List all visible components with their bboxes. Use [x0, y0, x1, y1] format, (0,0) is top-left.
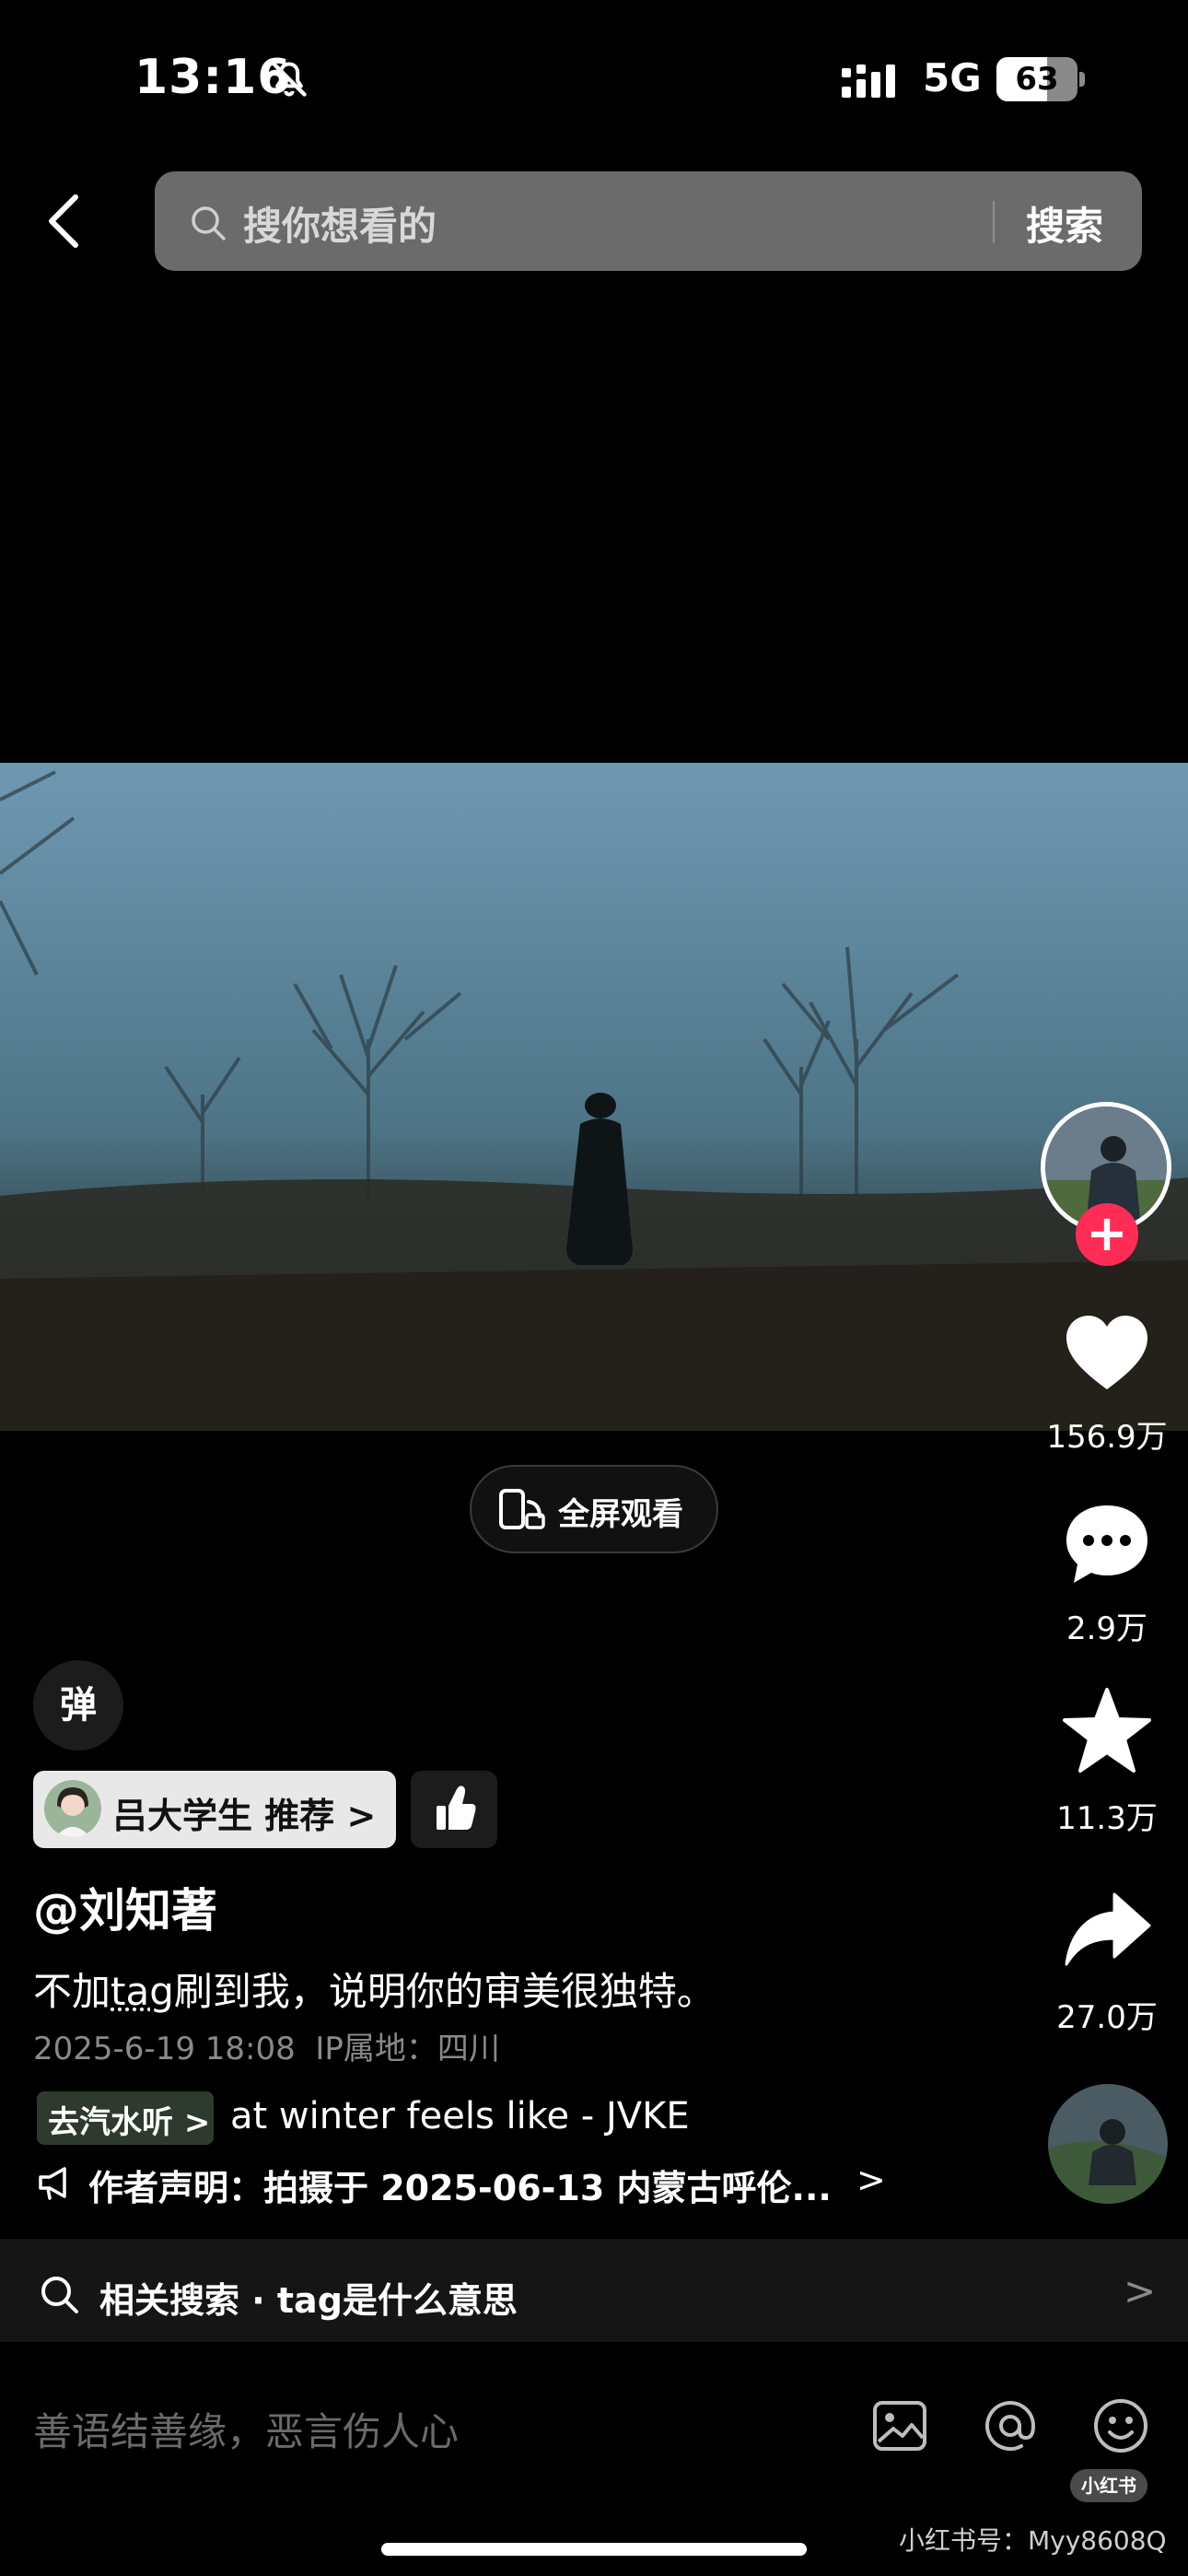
comment-icon[interactable] — [1061, 1498, 1153, 1590]
follow-button[interactable]: + — [1076, 1203, 1138, 1266]
recommender-avatar — [44, 1780, 101, 1837]
search-divider — [993, 201, 995, 243]
share-count: 27.0万 — [1056, 1999, 1158, 2036]
share-icon[interactable] — [1061, 1885, 1153, 1977]
watermark: 小红书号：Myy8608Q — [899, 2525, 1167, 2556]
signal-icon — [842, 64, 895, 98]
emoji-icon[interactable] — [1090, 2395, 1151, 2456]
image-icon[interactable] — [869, 2395, 930, 2456]
home-indicator[interactable] — [381, 2543, 807, 2556]
description-text-rest: 刷到我，说明你的审美很独特。 — [173, 1969, 716, 2014]
recommender-avatar-image — [44, 1780, 101, 1837]
thumbs-up-icon — [437, 1786, 476, 1830]
description-tag[interactable]: tag — [111, 1969, 174, 2014]
danmaku-toggle[interactable]: 弹 — [33, 1660, 123, 1751]
heart-icon[interactable] — [1061, 1308, 1153, 1400]
battery-tip — [1079, 72, 1085, 87]
search-button[interactable]: 搜索 — [1026, 195, 1103, 252]
bell-off-icon — [272, 62, 307, 97]
video-player[interactable] — [0, 763, 1188, 1431]
favorite-count: 11.3万 — [1056, 1800, 1158, 1837]
post-date: 2025-6-19 18:08 — [33, 2031, 296, 2067]
comment-count: 2.9万 — [1066, 1610, 1148, 1647]
post-description: 不加tag刷到我，说明你的审美很独特。 — [33, 1961, 716, 2017]
related-search-arrow: > — [1124, 2268, 1157, 2313]
megaphone-icon — [39, 2167, 66, 2200]
fullscreen-label: 全屏观看 — [558, 1496, 683, 1533]
battery-level: 63 — [1015, 61, 1059, 98]
fullscreen-icon — [499, 1489, 545, 1529]
music-disc[interactable] — [1048, 2084, 1168, 2204]
comment-input[interactable]: 善语结善缘，恶言伤人心 — [33, 2401, 459, 2457]
status-time: 13:16 — [134, 50, 292, 105]
author-name[interactable]: @刘知著 — [33, 1874, 217, 1940]
description-text: 不加 — [33, 1969, 111, 2014]
related-search-text: 相关搜索 · tag是什么意思 — [99, 2280, 518, 2321]
related-search-icon — [41, 2277, 78, 2313]
network-type: 5G — [923, 55, 982, 100]
star-icon[interactable] — [1061, 1686, 1153, 1778]
like-count: 156.9万 — [1046, 1419, 1168, 1456]
music-title[interactable]: at winter feels like - JVKE — [230, 2095, 690, 2137]
ip-location: IP属地：四川 — [315, 2031, 500, 2067]
music-chip-label: 去汽水听 > — [48, 2104, 211, 2141]
search-input[interactable]: 搜你想看的 — [243, 195, 437, 252]
back-icon[interactable] — [37, 184, 92, 258]
recommend-like-button[interactable] — [411, 1771, 497, 1848]
battery-indicator: 63 — [996, 57, 1077, 101]
author-declaration[interactable]: 作者声明：拍摄于 2025-06-13 内蒙古呼伦... — [88, 2160, 832, 2210]
post-meta: 2025-6-19 18:08 IP属地：四川 — [33, 2023, 500, 2068]
music-disc-image — [1048, 2084, 1168, 2204]
brand-badge: 小红书 — [1070, 2469, 1147, 2502]
declaration-arrow[interactable]: > — [856, 2160, 886, 2200]
search-icon — [192, 206, 226, 240]
at-icon[interactable] — [980, 2395, 1041, 2456]
recommender-label: 吕大学生 推荐 > — [112, 1796, 377, 1836]
